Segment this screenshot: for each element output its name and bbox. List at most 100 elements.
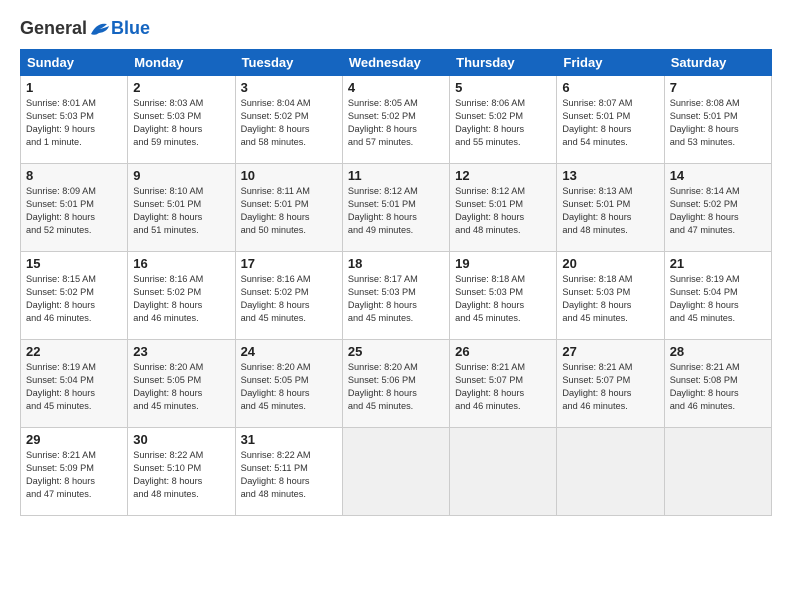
logo-blue-text: Blue <box>111 18 150 39</box>
calendar-cell: 29 Sunrise: 8:21 AM Sunset: 5:09 PM Dayli… <box>21 428 128 516</box>
header: General Blue <box>20 18 772 39</box>
day-info: Sunrise: 8:07 AM Sunset: 5:01 PM Dayligh… <box>562 97 658 149</box>
day-number: 8 <box>26 168 122 183</box>
day-info: Sunrise: 8:21 AM Sunset: 5:09 PM Dayligh… <box>26 449 122 501</box>
day-info: Sunrise: 8:08 AM Sunset: 5:01 PM Dayligh… <box>670 97 766 149</box>
day-number: 11 <box>348 168 444 183</box>
calendar-cell: 10 Sunrise: 8:11 AM Sunset: 5:01 PM Dayli… <box>235 164 342 252</box>
day-number: 31 <box>241 432 337 447</box>
calendar-week-row: 1Sunrise: 8:01 AM Sunset: 5:03 PM Daylig… <box>21 76 772 164</box>
day-info: Sunrise: 8:09 AM Sunset: 5:01 PM Dayligh… <box>26 185 122 237</box>
calendar-cell: 21 Sunrise: 8:19 AM Sunset: 5:04 PM Dayli… <box>664 252 771 340</box>
day-number: 27 <box>562 344 658 359</box>
day-number: 16 <box>133 256 229 271</box>
day-info: Sunrise: 8:21 AM Sunset: 5:07 PM Dayligh… <box>455 361 551 413</box>
calendar-cell: 17Sunrise: 8:16 AM Sunset: 5:02 PM Dayli… <box>235 252 342 340</box>
calendar-cell <box>664 428 771 516</box>
calendar-cell: 22 Sunrise: 8:19 AM Sunset: 5:04 PM Dayli… <box>21 340 128 428</box>
day-number: 26 <box>455 344 551 359</box>
day-number: 24 <box>241 344 337 359</box>
weekday-header: Monday <box>128 50 235 76</box>
calendar-cell: 15 Sunrise: 8:15 AM Sunset: 5:02 PM Dayli… <box>21 252 128 340</box>
day-number: 17 <box>241 256 337 271</box>
calendar-table: SundayMondayTuesdayWednesdayThursdayFrid… <box>20 49 772 516</box>
day-number: 10 <box>241 168 337 183</box>
calendar-week-row: 8 Sunrise: 8:09 AM Sunset: 5:01 PM Daylig… <box>21 164 772 252</box>
calendar-cell: 2 Sunrise: 8:03 AM Sunset: 5:03 PM Daylig… <box>128 76 235 164</box>
day-number: 5 <box>455 80 551 95</box>
day-number: 28 <box>670 344 766 359</box>
calendar-cell <box>342 428 449 516</box>
day-number: 9 <box>133 168 229 183</box>
day-number: 30 <box>133 432 229 447</box>
day-info: Sunrise: 8:13 AM Sunset: 5:01 PM Dayligh… <box>562 185 658 237</box>
calendar-cell: 19Sunrise: 8:18 AM Sunset: 5:03 PM Dayli… <box>450 252 557 340</box>
page: General Blue SundayMondayTuesdayWednesda… <box>0 0 792 612</box>
calendar-cell: 12Sunrise: 8:12 AM Sunset: 5:01 PM Dayli… <box>450 164 557 252</box>
weekday-header: Wednesday <box>342 50 449 76</box>
day-info: Sunrise: 8:05 AM Sunset: 5:02 PM Dayligh… <box>348 97 444 149</box>
day-info: Sunrise: 8:06 AM Sunset: 5:02 PM Dayligh… <box>455 97 551 149</box>
calendar-cell: 31Sunrise: 8:22 AM Sunset: 5:11 PM Dayli… <box>235 428 342 516</box>
day-info: Sunrise: 8:19 AM Sunset: 5:04 PM Dayligh… <box>670 273 766 325</box>
calendar-week-row: 29 Sunrise: 8:21 AM Sunset: 5:09 PM Dayli… <box>21 428 772 516</box>
day-info: Sunrise: 8:12 AM Sunset: 5:01 PM Dayligh… <box>455 185 551 237</box>
calendar-cell: 4 Sunrise: 8:05 AM Sunset: 5:02 PM Daylig… <box>342 76 449 164</box>
day-info: Sunrise: 8:19 AM Sunset: 5:04 PM Dayligh… <box>26 361 122 413</box>
calendar-cell: 7 Sunrise: 8:08 AM Sunset: 5:01 PM Daylig… <box>664 76 771 164</box>
calendar-header-row: SundayMondayTuesdayWednesdayThursdayFrid… <box>21 50 772 76</box>
calendar-cell <box>557 428 664 516</box>
day-info: Sunrise: 8:15 AM Sunset: 5:02 PM Dayligh… <box>26 273 122 325</box>
day-info: Sunrise: 8:17 AM Sunset: 5:03 PM Dayligh… <box>348 273 444 325</box>
calendar-cell: 20 Sunrise: 8:18 AM Sunset: 5:03 PM Dayli… <box>557 252 664 340</box>
day-info: Sunrise: 8:20 AM Sunset: 5:06 PM Dayligh… <box>348 361 444 413</box>
day-info: Sunrise: 8:22 AM Sunset: 5:10 PM Dayligh… <box>133 449 229 501</box>
day-info: Sunrise: 8:20 AM Sunset: 5:05 PM Dayligh… <box>241 361 337 413</box>
day-number: 22 <box>26 344 122 359</box>
calendar-cell: 11 Sunrise: 8:12 AM Sunset: 5:01 PM Dayli… <box>342 164 449 252</box>
day-number: 20 <box>562 256 658 271</box>
day-number: 25 <box>348 344 444 359</box>
calendar-cell: 24 Sunrise: 8:20 AM Sunset: 5:05 PM Dayli… <box>235 340 342 428</box>
calendar-cell: 8 Sunrise: 8:09 AM Sunset: 5:01 PM Daylig… <box>21 164 128 252</box>
calendar-cell: 16 Sunrise: 8:16 AM Sunset: 5:02 PM Dayli… <box>128 252 235 340</box>
day-info: Sunrise: 8:03 AM Sunset: 5:03 PM Dayligh… <box>133 97 229 149</box>
day-number: 13 <box>562 168 658 183</box>
day-info: Sunrise: 8:21 AM Sunset: 5:07 PM Dayligh… <box>562 361 658 413</box>
day-info: Sunrise: 8:16 AM Sunset: 5:02 PM Dayligh… <box>133 273 229 325</box>
calendar-cell: 18 Sunrise: 8:17 AM Sunset: 5:03 PM Dayli… <box>342 252 449 340</box>
day-number: 19 <box>455 256 551 271</box>
calendar-cell: 5 Sunrise: 8:06 AM Sunset: 5:02 PM Daylig… <box>450 76 557 164</box>
day-info: Sunrise: 8:12 AM Sunset: 5:01 PM Dayligh… <box>348 185 444 237</box>
day-info: Sunrise: 8:18 AM Sunset: 5:03 PM Dayligh… <box>562 273 658 325</box>
calendar-cell: 30 Sunrise: 8:22 AM Sunset: 5:10 PM Dayli… <box>128 428 235 516</box>
calendar-cell <box>450 428 557 516</box>
calendar-week-row: 22 Sunrise: 8:19 AM Sunset: 5:04 PM Dayli… <box>21 340 772 428</box>
day-info: Sunrise: 8:01 AM Sunset: 5:03 PM Dayligh… <box>26 97 122 149</box>
logo-bird-icon <box>89 20 111 38</box>
day-number: 6 <box>562 80 658 95</box>
day-number: 14 <box>670 168 766 183</box>
day-number: 7 <box>670 80 766 95</box>
day-info: Sunrise: 8:04 AM Sunset: 5:02 PM Dayligh… <box>241 97 337 149</box>
weekday-header: Saturday <box>664 50 771 76</box>
day-number: 29 <box>26 432 122 447</box>
day-number: 4 <box>348 80 444 95</box>
calendar-cell: 3 Sunrise: 8:04 AM Sunset: 5:02 PM Daylig… <box>235 76 342 164</box>
day-number: 15 <box>26 256 122 271</box>
day-info: Sunrise: 8:14 AM Sunset: 5:02 PM Dayligh… <box>670 185 766 237</box>
calendar-cell: 6 Sunrise: 8:07 AM Sunset: 5:01 PM Daylig… <box>557 76 664 164</box>
calendar-cell: 28 Sunrise: 8:21 AM Sunset: 5:08 PM Dayli… <box>664 340 771 428</box>
day-info: Sunrise: 8:10 AM Sunset: 5:01 PM Dayligh… <box>133 185 229 237</box>
logo: General Blue <box>20 18 150 39</box>
day-number: 2 <box>133 80 229 95</box>
day-info: Sunrise: 8:21 AM Sunset: 5:08 PM Dayligh… <box>670 361 766 413</box>
calendar-cell: 13 Sunrise: 8:13 AM Sunset: 5:01 PM Dayli… <box>557 164 664 252</box>
calendar-cell: 23Sunrise: 8:20 AM Sunset: 5:05 PM Dayli… <box>128 340 235 428</box>
day-number: 21 <box>670 256 766 271</box>
day-number: 3 <box>241 80 337 95</box>
day-info: Sunrise: 8:11 AM Sunset: 5:01 PM Dayligh… <box>241 185 337 237</box>
weekday-header: Friday <box>557 50 664 76</box>
day-number: 18 <box>348 256 444 271</box>
calendar-cell: 14 Sunrise: 8:14 AM Sunset: 5:02 PM Dayli… <box>664 164 771 252</box>
